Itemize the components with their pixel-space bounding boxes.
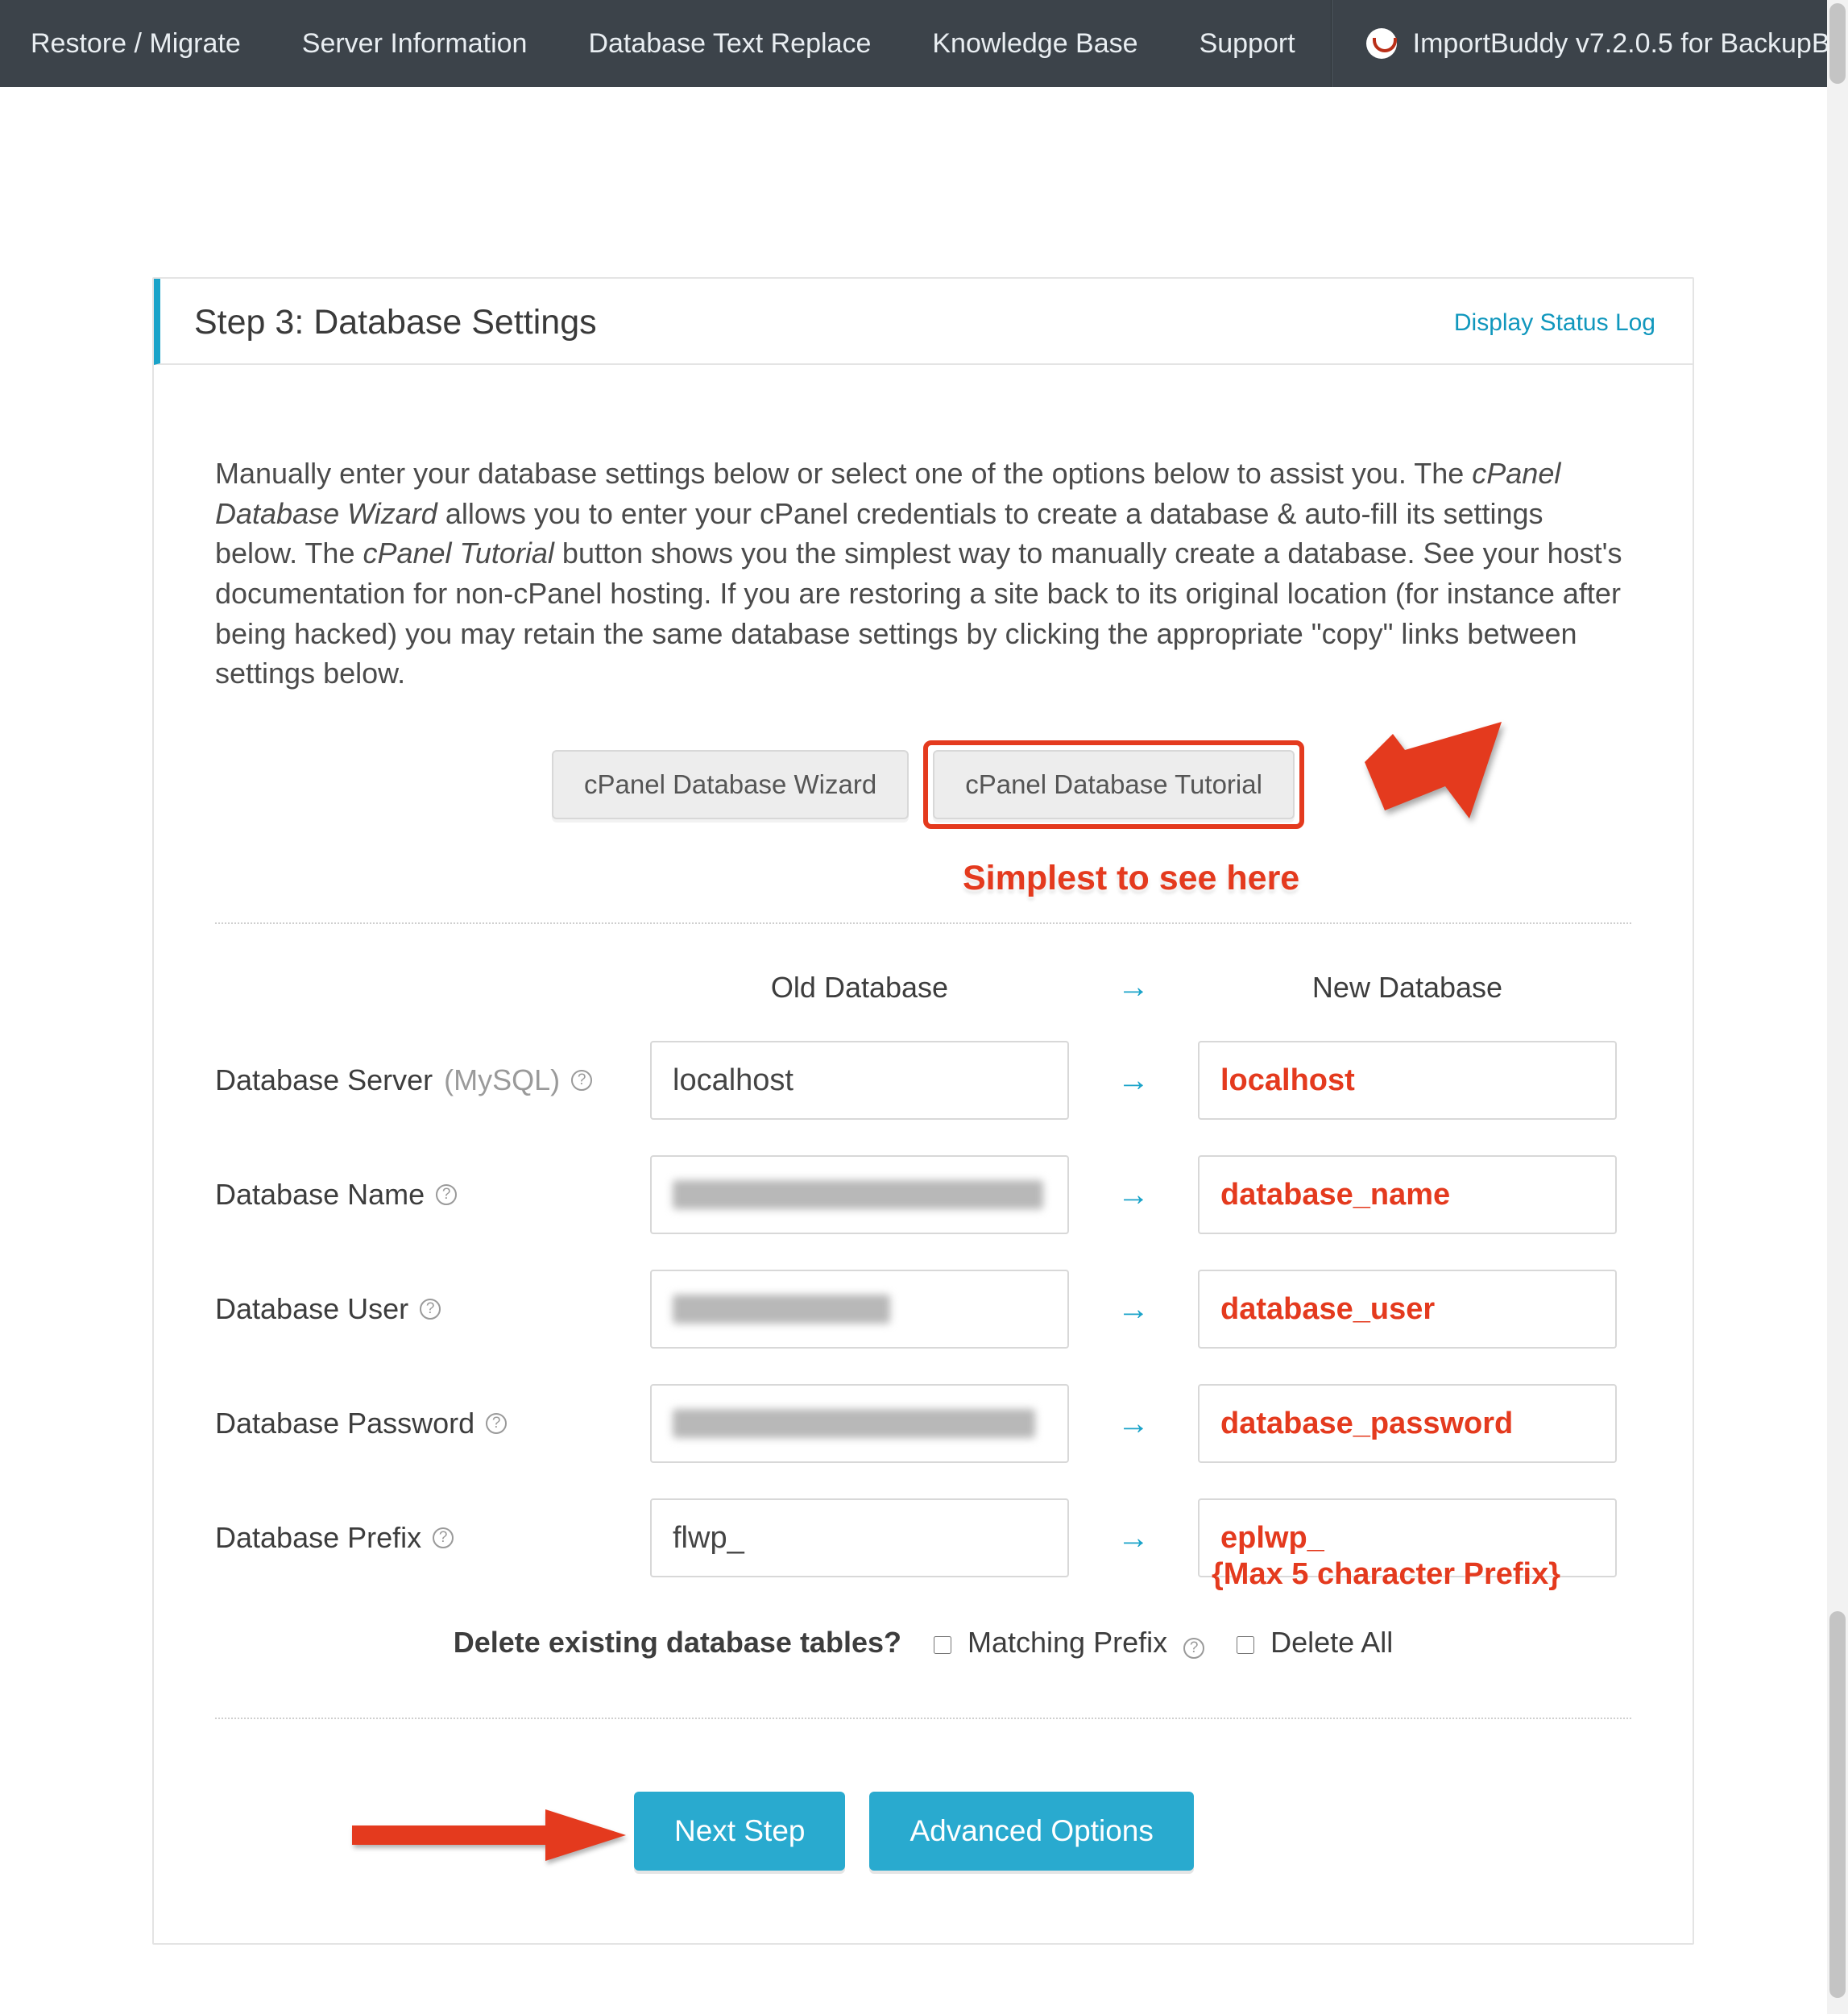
label-text: Database User [215, 1292, 408, 1326]
vertical-scrollbar[interactable] [1827, 0, 1848, 2014]
row-label-prefix: Database Prefix ? [215, 1521, 634, 1555]
cpanel-tutorial-button[interactable]: cPanel Database Tutorial [933, 750, 1295, 819]
nav-support[interactable]: Support [1169, 0, 1326, 87]
delete-matching-prefix-option[interactable]: Matching Prefix ? [934, 1626, 1204, 1660]
annotation-arrow-icon [352, 1803, 626, 1867]
option-label: Delete All [1270, 1626, 1393, 1659]
new-db-prefix-input[interactable] [1198, 1498, 1617, 1577]
cpanel-button-row: cPanel Database Wizard cPanel Database T… [215, 750, 1631, 819]
delete-matching-prefix-checkbox[interactable] [934, 1636, 951, 1654]
old-db-name-input[interactable] [650, 1155, 1069, 1234]
card-body: Manually enter your database settings be… [154, 365, 1693, 1943]
help-icon[interactable]: ? [1183, 1638, 1204, 1659]
nav-restore-migrate[interactable]: Restore / Migrate [0, 0, 271, 87]
old-db-user-input[interactable] [650, 1270, 1069, 1349]
arrow-icon: → [1085, 969, 1182, 1005]
new-db-password-input[interactable] [1198, 1384, 1617, 1463]
help-icon[interactable]: ? [571, 1070, 592, 1091]
label-hint: (MySQL) [444, 1063, 560, 1097]
nav-knowledge-base[interactable]: Knowledge Base [901, 0, 1168, 87]
advanced-options-button[interactable]: Advanced Options [869, 1792, 1193, 1871]
help-icon[interactable]: ? [486, 1413, 507, 1434]
nav-divider [1331, 0, 1332, 87]
row-label-name: Database Name ? [215, 1178, 634, 1212]
blurred-value [673, 1409, 1035, 1438]
label-text: Database Name [215, 1178, 425, 1212]
cpanel-wizard-button[interactable]: cPanel Database Wizard [552, 750, 909, 819]
row-label-password: Database Password ? [215, 1407, 634, 1440]
arrow-icon[interactable]: → [1085, 1406, 1182, 1442]
intro-text: Manually enter your database settings be… [215, 454, 1631, 694]
arrow-icon[interactable]: → [1085, 1520, 1182, 1556]
separator [215, 1718, 1631, 1719]
new-db-name-input[interactable] [1198, 1155, 1617, 1234]
settings-card: Step 3: Database Settings Display Status… [152, 277, 1694, 1945]
arrow-icon[interactable]: → [1085, 1063, 1182, 1099]
nav-server-info[interactable]: Server Information [271, 0, 558, 87]
label-text: Database Server [215, 1063, 433, 1097]
old-db-password-input[interactable] [650, 1384, 1069, 1463]
arrow-icon[interactable]: → [1085, 1177, 1182, 1213]
top-nav: Restore / Migrate Server Information Dat… [0, 0, 1827, 87]
new-db-user-input[interactable] [1198, 1270, 1617, 1349]
brand-text: ImportBuddy v7.2.0.5 for BackupBuddy [1413, 28, 1848, 60]
help-icon[interactable]: ? [433, 1527, 454, 1548]
db-settings-grid: Old Database → New Database Database Ser… [215, 969, 1631, 1577]
col-old-header: Old Database [650, 971, 1069, 1005]
delete-question: Delete existing database tables? [454, 1626, 901, 1660]
card-header: Step 3: Database Settings Display Status… [154, 279, 1693, 365]
label-text: Database Prefix [215, 1521, 421, 1555]
nav-db-text-replace[interactable]: Database Text Replace [557, 0, 901, 87]
blurred-value [673, 1295, 890, 1324]
arrow-icon[interactable]: → [1085, 1291, 1182, 1328]
old-db-prefix-input[interactable] [650, 1498, 1069, 1577]
delete-all-checkbox[interactable] [1237, 1636, 1254, 1654]
card-title: Step 3: Database Settings [194, 303, 1454, 342]
help-icon[interactable]: ? [420, 1299, 441, 1320]
next-step-button[interactable]: Next Step [634, 1792, 845, 1871]
importbuddy-icon [1366, 28, 1397, 59]
row-label-user: Database User ? [215, 1292, 634, 1326]
row-label-server: Database Server (MySQL) ? [215, 1063, 634, 1097]
actions-row: Next Step Advanced Options [215, 1792, 1631, 1871]
scrollbar-thumb[interactable] [1829, 1611, 1846, 1998]
label-text: Database Password [215, 1407, 474, 1440]
separator [215, 922, 1631, 924]
blurred-value [673, 1180, 1043, 1209]
old-db-server-input[interactable] [650, 1041, 1069, 1120]
help-icon[interactable]: ? [436, 1184, 457, 1205]
col-new-header: New Database [1198, 971, 1617, 1005]
new-db-server-input[interactable] [1198, 1041, 1617, 1120]
scrollbar-thumb[interactable] [1829, 3, 1846, 84]
delete-tables-row: Delete existing database tables? Matchin… [215, 1626, 1631, 1660]
option-label: Matching Prefix [968, 1626, 1167, 1659]
delete-all-option[interactable]: Delete All [1237, 1626, 1393, 1660]
brand-area: ImportBuddy v7.2.0.5 for BackupBuddy [1337, 28, 1848, 60]
display-status-log-link[interactable]: Display Status Log [1454, 309, 1655, 337]
